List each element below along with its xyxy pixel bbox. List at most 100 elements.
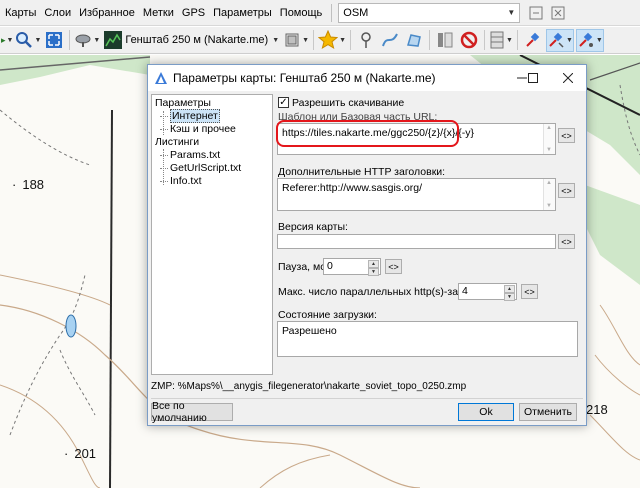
spin-up-icon[interactable]: ▲ xyxy=(504,285,515,293)
toolbar-separator xyxy=(350,30,351,50)
toolbar: ▸ ▼ ▼ ▼ Генштаб 250 м (Nakarte.me) ▼ ▼ ▼ xyxy=(0,27,640,54)
pause-insert-button[interactable]: <> xyxy=(385,259,402,274)
spinner-buttons[interactable]: ▲ ▼ xyxy=(368,260,379,276)
spin-up-icon[interactable]: ▲ xyxy=(368,260,379,268)
tree-item-geturlscript[interactable]: GetUrlScript.txt xyxy=(152,162,272,175)
marks-manager-button[interactable] xyxy=(434,29,456,52)
chevron-down-icon: ▼ xyxy=(6,36,14,44)
defaults-button[interactable]: Все по умолчанию xyxy=(151,400,233,424)
current-map-button[interactable]: Генштаб 250 м (Nakarte.me) ▼ xyxy=(101,29,282,52)
tree-item-info-txt[interactable]: Info.txt xyxy=(152,175,272,188)
menu-maps[interactable]: Карты xyxy=(0,7,39,19)
scrollbar[interactable] xyxy=(543,179,555,210)
zoom-button[interactable]: ▼ xyxy=(15,29,41,52)
chevron-down-icon: ▼ xyxy=(34,36,42,44)
max-requests-insert-button[interactable]: <> xyxy=(521,284,538,299)
menu-settings[interactable]: Параметры xyxy=(208,7,275,19)
polygon-icon xyxy=(407,34,421,47)
menu-layers[interactable]: Слои xyxy=(39,7,74,19)
chevron-down-icon: ▼ xyxy=(302,36,310,44)
dialog-title: Параметры карты: Генштаб 250 м (Nakarte.… xyxy=(173,71,436,85)
tree-item-params-txt[interactable]: Params.txt xyxy=(152,149,272,162)
bottom-separator xyxy=(151,398,583,399)
magnifier-icon xyxy=(16,32,33,48)
chevron-down-icon: ▼ xyxy=(93,36,101,44)
favorites-button[interactable]: ▼ xyxy=(318,29,346,52)
tree-item-listings[interactable]: Листинги xyxy=(152,136,272,149)
forbidden-icon xyxy=(460,31,478,49)
gps-connect-button[interactable] xyxy=(522,29,544,52)
menu-favorites[interactable]: Избранное xyxy=(74,7,138,19)
path-icon xyxy=(382,33,398,47)
satellite-button[interactable]: ▼ xyxy=(74,29,100,52)
tree-item-internet[interactable]: Интернет xyxy=(152,109,272,123)
scrollbar[interactable] xyxy=(543,124,555,154)
pause-value: 0 xyxy=(327,260,333,272)
map-type-value: OSM xyxy=(343,6,369,19)
toolbar-separator xyxy=(516,30,518,50)
close-button[interactable] xyxy=(551,65,585,91)
hide-marks-button[interactable] xyxy=(458,29,480,52)
menu-marks[interactable]: Метки xyxy=(138,7,177,19)
maximize-icon xyxy=(528,73,538,83)
dialog-titlebar[interactable]: Параметры карты: Генштаб 250 м (Nakarte.… xyxy=(148,65,586,91)
allow-download-label: Разрешить скачивание xyxy=(292,97,405,109)
move-tool-button[interactable]: ▸ ▼ xyxy=(1,29,13,52)
current-map-label: Генштаб 250 м (Nakarte.me) xyxy=(125,34,269,46)
map-version-label: Версия карты: xyxy=(278,221,348,233)
gps-track-button[interactable]: ▼ xyxy=(545,28,574,52)
tools-icon[interactable] xyxy=(526,3,546,23)
spin-down-icon[interactable]: ▼ xyxy=(368,268,379,276)
menu-separator xyxy=(331,3,333,22)
map-type-select[interactable]: OSM ▼ xyxy=(338,2,521,23)
toolbar-separator xyxy=(484,30,485,50)
cancel-button[interactable]: Отменить xyxy=(519,403,577,421)
gps-satellite-icon xyxy=(526,32,540,47)
menu-gps[interactable]: GPS xyxy=(177,7,208,19)
map-elevation-label: · 188 xyxy=(12,177,45,192)
max-requests-spinner[interactable]: 4 ▲ ▼ xyxy=(458,283,517,301)
tree-item-cache[interactable]: Кэш и прочее xyxy=(152,123,272,136)
menu-bar: Карты Слои Избранное Метки GPS Параметры… xyxy=(0,0,640,26)
gps-center-button[interactable]: ▼ xyxy=(575,28,604,52)
pause-spinner[interactable]: 0 ▲ ▼ xyxy=(323,258,381,276)
spin-down-icon[interactable]: ▼ xyxy=(504,293,515,301)
chevron-down-icon: ▼ xyxy=(272,36,280,44)
url-template-insert-button[interactable]: <> xyxy=(558,128,575,143)
fullscreen-icon xyxy=(46,32,63,48)
grid-icon xyxy=(490,31,504,49)
chevron-down-icon: ▼ xyxy=(339,36,346,44)
grid-button[interactable]: ▼ xyxy=(489,29,513,52)
close-search-icon[interactable] xyxy=(548,3,568,23)
http-headers-value: Referer:http://www.sasgis.org/ xyxy=(282,182,423,194)
add-point-button[interactable] xyxy=(355,29,377,52)
http-headers-insert-button[interactable]: <> xyxy=(558,183,575,198)
ok-button[interactable]: Ok xyxy=(458,403,514,421)
settings-tree[interactable]: Параметры Интернет Кэш и прочее Листинги… xyxy=(151,94,273,375)
menu-help[interactable]: Помощь xyxy=(275,7,326,19)
map-elevation-label: · 201 xyxy=(64,446,97,461)
spinner-buttons[interactable]: ▲ ▼ xyxy=(504,285,515,301)
load-state-value: Разрешено xyxy=(282,325,337,337)
load-state-field[interactable]: Разрешено xyxy=(277,321,578,357)
maximize-button[interactable] xyxy=(516,65,550,91)
app-icon xyxy=(155,72,167,84)
toolbar-separator xyxy=(429,30,430,50)
max-requests-value: 4 xyxy=(462,285,468,297)
add-polygon-button[interactable] xyxy=(403,29,425,52)
arrow-icon: ▸ xyxy=(1,34,6,45)
map-settings-dialog: Параметры карты: Генштаб 250 м (Nakarte.… xyxy=(147,64,587,426)
chevron-down-icon: ▼ xyxy=(507,8,516,17)
layers-button[interactable]: ▼ xyxy=(283,29,309,52)
allow-download-checkbox[interactable]: ✓ xyxy=(278,97,289,108)
map-version-insert-button[interactable]: <> xyxy=(558,234,575,249)
add-path-button[interactable] xyxy=(379,29,401,52)
chevron-down-icon: ▼ xyxy=(565,36,573,44)
close-icon xyxy=(563,73,573,83)
fullscreen-button[interactable] xyxy=(43,29,65,52)
http-headers-field[interactable]: Referer:http://www.sasgis.org/ xyxy=(277,178,556,211)
pin-icon xyxy=(361,32,371,48)
star-icon xyxy=(318,30,339,50)
satellite-dish-icon xyxy=(75,34,91,47)
map-version-field[interactable] xyxy=(277,234,556,249)
